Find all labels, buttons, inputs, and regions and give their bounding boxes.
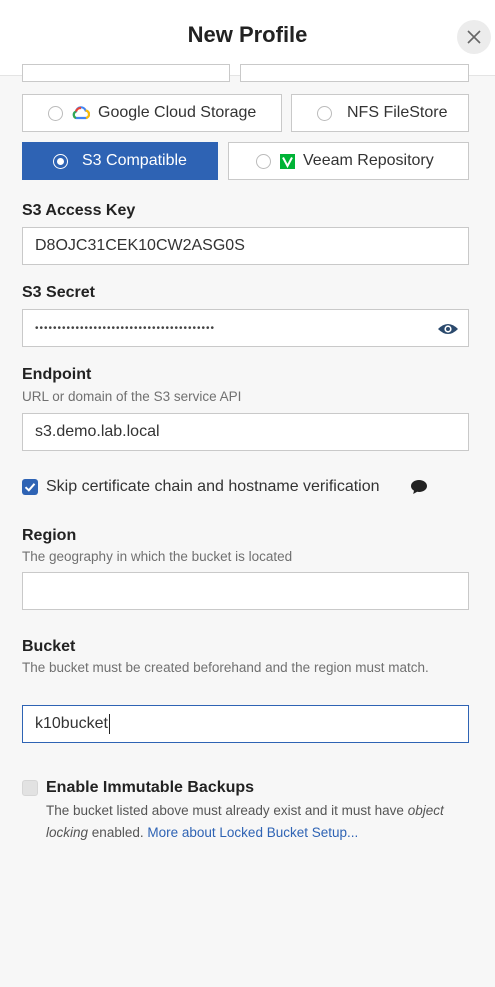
storage-option-s3[interactable]: S3 Compatible (22, 142, 218, 180)
skip-verification-checkbox[interactable] (22, 479, 38, 495)
gcs-label: Google Cloud Storage (98, 104, 257, 121)
immutable-label[interactable]: Enable Immutable Backups (46, 779, 254, 797)
endpoint-value: s3.demo.lab.local (35, 423, 160, 440)
region-help: The geography in which the bucket is loc… (22, 549, 293, 564)
veeam-icon (280, 153, 295, 169)
s3-label: S3 Compatible (82, 152, 187, 169)
nfs-label: NFS FileStore (347, 104, 448, 121)
close-icon (467, 30, 481, 44)
close-button[interactable] (457, 20, 491, 54)
storage-option-nfs[interactable]: NFS FileStore (291, 94, 469, 132)
region-input[interactable] (22, 572, 469, 610)
skip-verification-label[interactable]: Skip certificate chain and hostname veri… (46, 478, 380, 496)
bucket-value: k10bucket (35, 715, 108, 732)
access-key-input[interactable]: D8OJC31CEK10CW2ASG0S (22, 227, 469, 265)
endpoint-label: Endpoint (22, 366, 92, 383)
bucket-input[interactable]: k10bucket (22, 705, 469, 743)
access-key-label: S3 Access Key (22, 202, 136, 219)
access-key-value: D8OJC31CEK10CW2ASG0S (35, 237, 245, 254)
immutable-help-pre: The bucket listed above must already exi… (46, 803, 404, 818)
bucket-help: The bucket must be created beforehand an… (22, 660, 429, 675)
google-cloud-icon (72, 106, 90, 120)
immutable-help: The bucket listed above must already exi… (46, 800, 466, 844)
storage-option-veeam[interactable]: Veeam Repository (228, 142, 469, 180)
gcs-radio[interactable] (48, 105, 63, 121)
locked-bucket-link[interactable]: More about Locked Bucket Setup... (147, 825, 358, 840)
s3-radio[interactable] (53, 153, 68, 169)
veeam-label: Veeam Repository (303, 152, 434, 169)
nfs-radio[interactable] (317, 105, 332, 121)
bucket-label: Bucket (22, 638, 76, 655)
eye-icon[interactable] (437, 322, 459, 336)
endpoint-input[interactable]: s3.demo.lab.local (22, 413, 469, 451)
immutable-help-post: enabled. (91, 825, 144, 840)
speech-bubble-icon[interactable] (410, 479, 428, 495)
endpoint-help: URL or domain of the S3 service API (22, 389, 242, 404)
region-label: Region (22, 527, 77, 544)
checkmark-icon (24, 483, 36, 492)
storage-option-hidden-left[interactable] (22, 64, 230, 82)
secret-input[interactable]: •••••••••••••••••••••••••••••••••••••••• (22, 309, 469, 347)
storage-option-gcs[interactable]: Google Cloud Storage (22, 94, 282, 132)
secret-value: •••••••••••••••••••••••••••••••••••••••• (35, 322, 216, 334)
dialog-title: New Profile (187, 22, 308, 47)
immutable-checkbox[interactable] (22, 780, 38, 796)
dialog-body: Google Cloud Storage NFS FileStore S3 Co… (0, 64, 495, 987)
text-caret (108, 714, 110, 734)
storage-option-hidden-right[interactable] (240, 64, 469, 82)
secret-label: S3 Secret (22, 284, 95, 301)
veeam-radio[interactable] (256, 153, 271, 169)
